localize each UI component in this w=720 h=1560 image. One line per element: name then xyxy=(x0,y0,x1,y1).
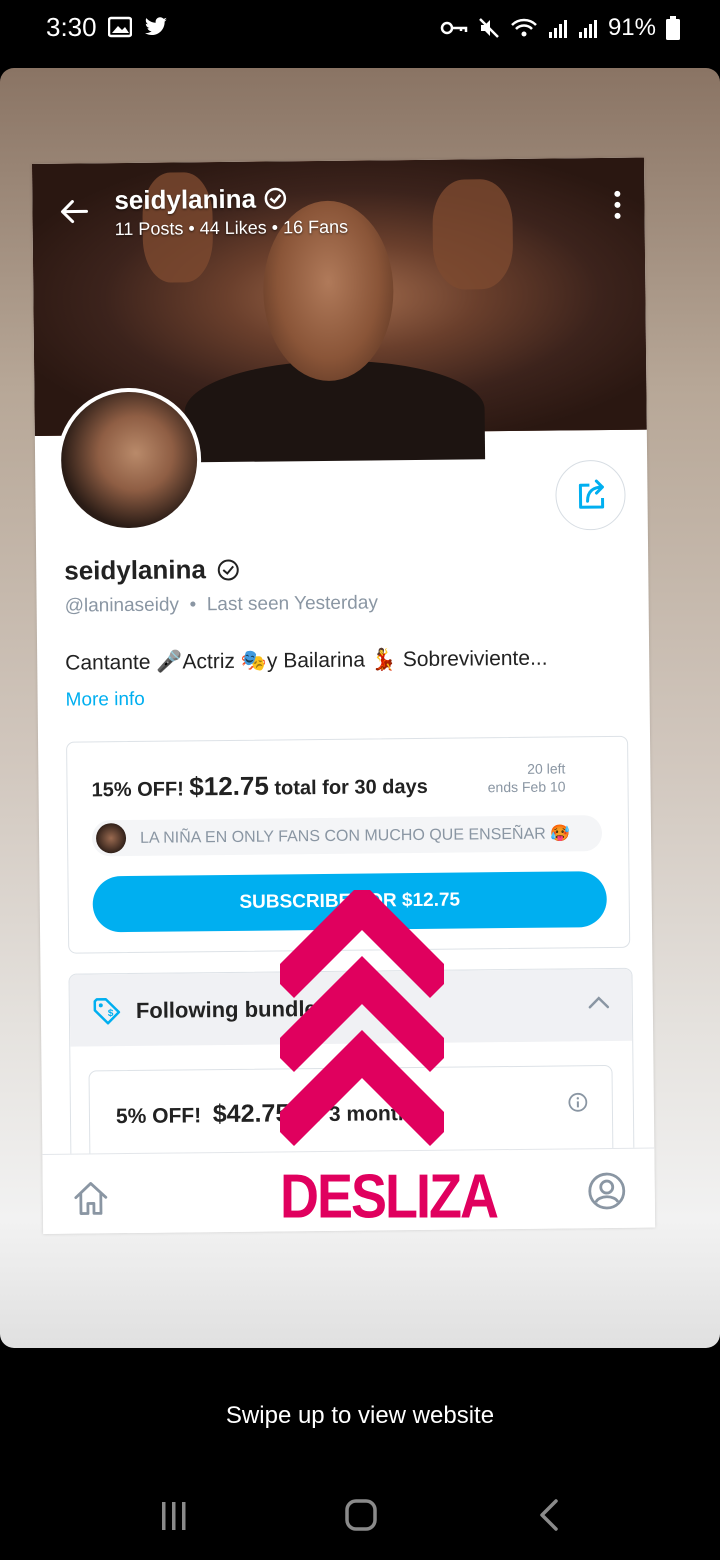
recent-apps-icon[interactable] xyxy=(158,1500,190,1532)
verified-icon xyxy=(217,558,239,580)
price-tag-icon: $ xyxy=(93,998,121,1025)
swipe-up-label[interactable]: Swipe up to view website xyxy=(0,1402,720,1430)
svg-text:$: $ xyxy=(108,1008,114,1019)
share-button[interactable] xyxy=(555,459,626,531)
home-button-icon[interactable] xyxy=(344,1498,378,1532)
profile-name: seidylanina xyxy=(64,554,240,587)
wifi-icon xyxy=(511,18,537,37)
more-info-link[interactable]: More info xyxy=(66,689,145,712)
verified-icon xyxy=(264,187,286,210)
twitter-icon xyxy=(144,17,167,35)
status-time: 3:30 xyxy=(46,12,97,42)
battery-percent: 91% xyxy=(607,14,656,41)
offer-availability: 20 left ends Feb 10 xyxy=(487,760,566,796)
chevron-up-icon[interactable] xyxy=(588,995,610,1009)
info-icon[interactable] xyxy=(568,1092,588,1112)
offer-price: $12.75 xyxy=(189,770,270,802)
vpn-key-icon xyxy=(440,21,468,35)
profile-bio: Cantante 🎤Actriz 🎭y Bailarina 💃 Sobreviv… xyxy=(65,646,548,675)
avatar[interactable] xyxy=(56,387,202,533)
message-avatar xyxy=(95,823,127,854)
back-button-icon[interactable] xyxy=(536,1498,562,1532)
system-navigation-bar xyxy=(0,1480,720,1560)
back-arrow-icon[interactable] xyxy=(58,195,90,227)
status-bar: 3:30 91% xyxy=(0,0,720,60)
home-icon[interactable] xyxy=(71,1178,111,1218)
desliza-sticker: DESLIZA xyxy=(280,1162,499,1232)
swipe-up-arrows-icon xyxy=(280,890,444,1147)
mute-icon xyxy=(479,18,499,38)
cover-profile-name: seidylanina xyxy=(114,183,287,216)
more-options-icon[interactable] xyxy=(612,190,622,220)
share-icon xyxy=(578,479,605,509)
handle-row: @laninaseidy • Last seen Yesterday xyxy=(64,592,379,617)
battery-icon xyxy=(666,16,680,40)
signal-icon-1 xyxy=(548,20,567,38)
offer-title: 15% OFF! $12.75 total for 30 days xyxy=(91,770,428,802)
signal-icon-2 xyxy=(578,20,597,38)
offer-message: LA NIÑA EN ONLY FANS CON MUCHO QUE ENSEÑ… xyxy=(91,815,603,857)
story-canvas[interactable]: seidylanina 11 Posts • 44 Likes • 16 Fan… xyxy=(0,68,720,1348)
gallery-icon xyxy=(108,16,132,38)
last-seen: Last seen Yesterday xyxy=(206,592,379,616)
cover-stats: 11 Posts • 44 Likes • 16 Fans xyxy=(114,216,349,240)
profile-icon[interactable] xyxy=(587,1171,627,1211)
profile-handle: @laninaseidy xyxy=(64,594,180,617)
